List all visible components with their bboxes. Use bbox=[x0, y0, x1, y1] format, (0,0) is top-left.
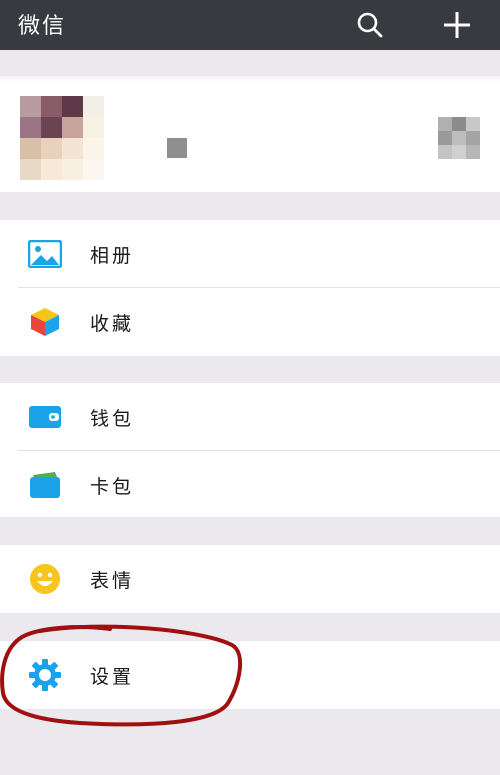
menu-item-wallet[interactable]: 钱包 bbox=[0, 383, 500, 451]
menu-label-stickers: 表情 bbox=[90, 570, 135, 592]
menu-label-wallet: 钱包 bbox=[90, 408, 135, 430]
top-bar: 微信 bbox=[0, 0, 500, 50]
menu-group-1: 相册 收藏 bbox=[0, 220, 500, 356]
menu-item-settings[interactable]: 设置 bbox=[0, 641, 500, 709]
menu-label-settings: 设置 bbox=[90, 666, 135, 688]
image-icon bbox=[28, 237, 62, 271]
plus-icon bbox=[444, 12, 470, 38]
wallet-icon bbox=[28, 400, 62, 434]
avatar[interactable] bbox=[20, 96, 104, 180]
menu-item-album[interactable]: 相册 bbox=[0, 220, 500, 288]
profile-top-fade bbox=[0, 76, 500, 82]
qr-code-icon[interactable] bbox=[438, 117, 480, 159]
gear-icon bbox=[28, 658, 62, 692]
menu-group-2: 钱包 卡包 bbox=[0, 383, 500, 517]
menu-item-favorites[interactable]: 收藏 bbox=[0, 288, 500, 356]
smiley-icon bbox=[28, 562, 62, 596]
app-title: 微信 bbox=[18, 14, 67, 39]
search-icon bbox=[357, 12, 383, 38]
menu-label-cards: 卡包 bbox=[90, 476, 135, 498]
menu-label-favorites: 收藏 bbox=[90, 313, 135, 335]
menu-item-cards[interactable]: 卡包 bbox=[0, 451, 500, 519]
menu-label-album: 相册 bbox=[90, 245, 135, 267]
add-button[interactable] bbox=[435, 3, 479, 47]
menu-group-4: 设置 bbox=[0, 641, 500, 709]
profile-card[interactable] bbox=[0, 76, 500, 192]
search-button[interactable] bbox=[348, 3, 392, 47]
menu-item-stickers[interactable]: 表情 bbox=[0, 545, 500, 613]
nickname-placeholder bbox=[167, 138, 187, 158]
menu-group-3: 表情 bbox=[0, 545, 500, 613]
cube-icon bbox=[28, 305, 62, 339]
card-icon bbox=[28, 468, 62, 502]
